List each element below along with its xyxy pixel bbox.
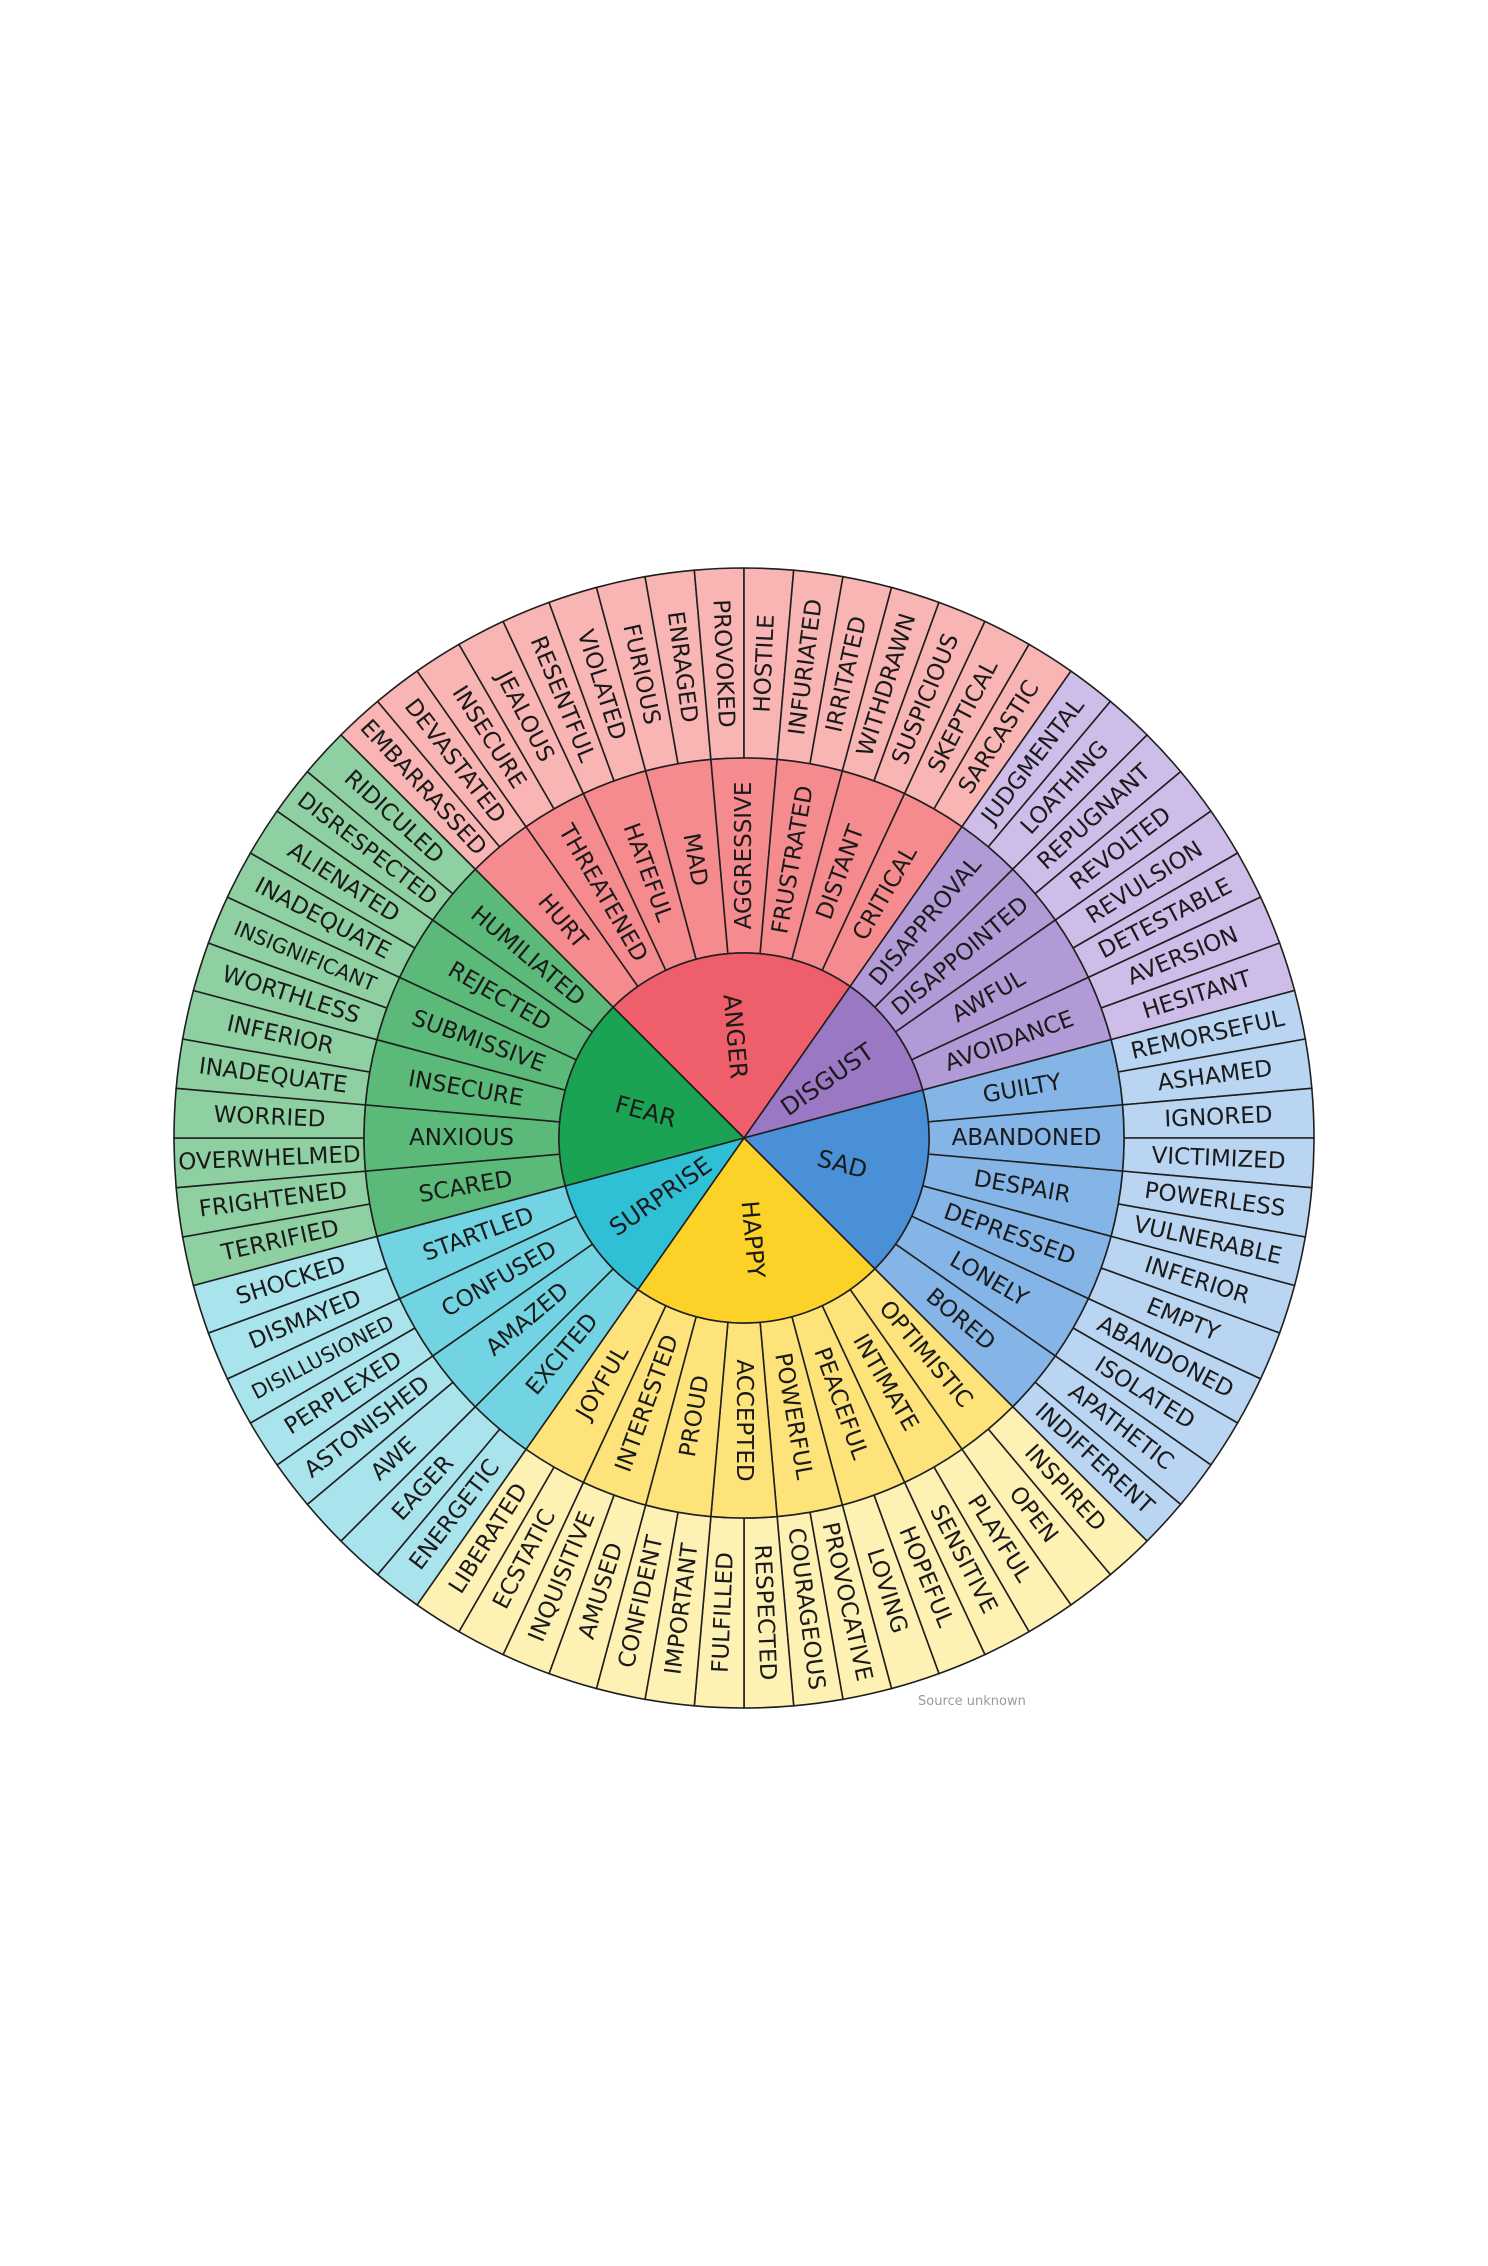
mid-label: ACCEPTED bbox=[731, 1359, 757, 1481]
outer-label: HOSTILE bbox=[750, 614, 780, 713]
source-note: Source unknown bbox=[918, 1694, 1026, 1709]
outer-label: IGNORED bbox=[1164, 1102, 1273, 1133]
outer-label: FULFILLED bbox=[708, 1552, 739, 1674]
mid-label: ANXIOUS bbox=[409, 1125, 514, 1151]
mid-label: AGGRESSIVE bbox=[731, 782, 757, 930]
outer-label: WORRIED bbox=[213, 1102, 326, 1133]
mid-label: ABANDONED bbox=[952, 1125, 1102, 1151]
feelings-wheel: EMBARRASSEDDEVASTATEDHURTINSECUREJEALOUS… bbox=[173, 567, 1315, 1709]
wheel-wedges bbox=[173, 567, 1315, 1709]
